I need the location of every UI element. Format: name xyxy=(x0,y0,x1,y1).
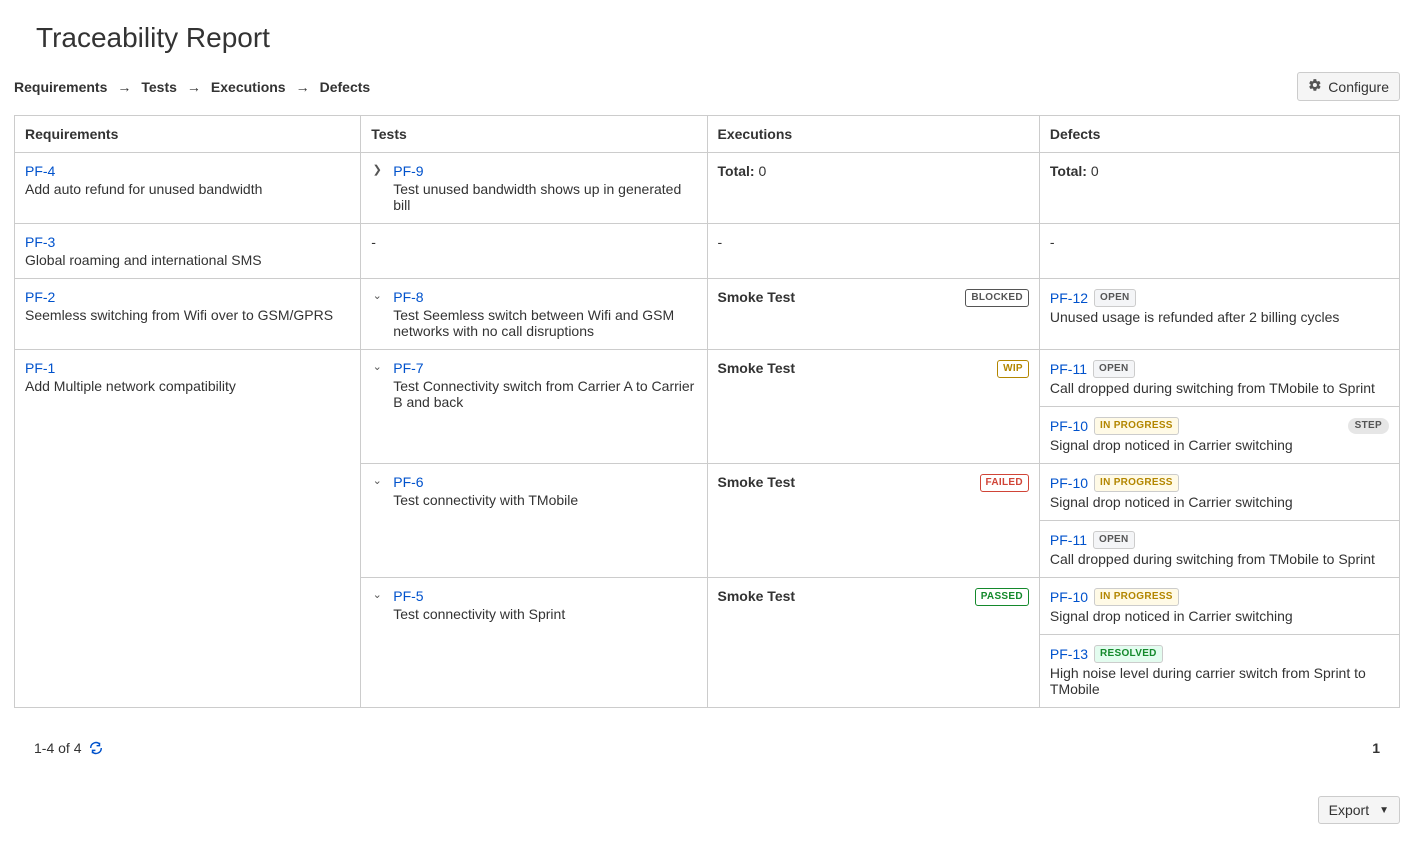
defect-description: Call dropped during switching from TMobi… xyxy=(1050,551,1389,567)
defect-status-badge: RESOLVED xyxy=(1094,645,1163,663)
refresh-icon[interactable] xyxy=(89,741,103,755)
chevron-down-icon[interactable]: ⌄ xyxy=(371,360,383,373)
defect-link[interactable]: PF-10 xyxy=(1050,418,1088,434)
test-link[interactable]: PF-6 xyxy=(393,474,423,490)
empty-cell: - xyxy=(1040,224,1399,260)
test-link[interactable]: PF-7 xyxy=(393,360,423,376)
breadcrumb-item: Tests xyxy=(141,79,177,95)
col-tests: Tests xyxy=(361,116,707,153)
requirement-link[interactable]: PF-4 xyxy=(25,163,55,179)
configure-button[interactable]: Configure xyxy=(1297,72,1400,101)
test-description: Test Seemless switch between Wifi and GS… xyxy=(393,307,696,339)
defect-status-badge: IN PROGRESS xyxy=(1094,474,1179,492)
col-requirements: Requirements xyxy=(15,116,361,153)
defect-link[interactable]: PF-10 xyxy=(1050,475,1088,491)
requirement-description: Add Multiple network compatibility xyxy=(25,378,350,394)
execution-status-badge: PASSED xyxy=(975,588,1029,606)
test-description: Test Connectivity switch from Carrier A … xyxy=(393,378,696,410)
defect-status-badge: OPEN xyxy=(1094,289,1136,307)
chevron-down-icon: ▼ xyxy=(1379,805,1389,816)
defect-status-badge: IN PROGRESS xyxy=(1094,588,1179,606)
table-row: PF-3 Global roaming and international SMS… xyxy=(15,224,1400,279)
export-button[interactable]: Export ▼ xyxy=(1318,796,1400,824)
defect-link[interactable]: PF-13 xyxy=(1050,646,1088,662)
col-defects: Defects xyxy=(1039,116,1399,153)
test-link[interactable]: PF-8 xyxy=(393,289,423,305)
requirement-link[interactable]: PF-2 xyxy=(25,289,55,305)
execution-status-badge: FAILED xyxy=(980,474,1029,492)
pagination-range: 1-4 of 4 xyxy=(34,740,81,756)
traceability-table: Requirements Tests Executions Defects PF… xyxy=(14,115,1400,708)
execution-name: Smoke Test xyxy=(718,588,796,604)
execution-status-badge: BLOCKED xyxy=(965,289,1029,307)
total-value: 0 xyxy=(758,163,766,179)
total-label: Total: xyxy=(1050,163,1087,179)
breadcrumb: Requirements → Tests → Executions → Defects xyxy=(14,79,370,95)
pagination-page[interactable]: 1 xyxy=(1372,740,1380,756)
defect-description: Signal drop noticed in Carrier switching xyxy=(1050,608,1389,624)
requirement-link[interactable]: PF-1 xyxy=(25,360,55,376)
defect-link[interactable]: PF-12 xyxy=(1050,290,1088,306)
requirement-link[interactable]: PF-3 xyxy=(25,234,55,250)
defect-status-badge: OPEN xyxy=(1093,531,1135,549)
test-link[interactable]: PF-5 xyxy=(393,588,423,604)
defect-description: High noise level during carrier switch f… xyxy=(1050,665,1389,697)
chevron-right-icon[interactable]: ❯ xyxy=(371,163,383,176)
breadcrumb-item: Executions xyxy=(211,79,286,95)
defect-link[interactable]: PF-10 xyxy=(1050,589,1088,605)
chevron-down-icon[interactable]: ⌄ xyxy=(371,588,383,601)
total-value: 0 xyxy=(1091,163,1099,179)
test-description: Test connectivity with Sprint xyxy=(393,606,696,622)
requirement-description: Global roaming and international SMS xyxy=(25,252,350,268)
breadcrumb-item: Defects xyxy=(320,79,371,95)
defect-description: Call dropped during switching from TMobi… xyxy=(1050,380,1389,396)
requirement-description: Seemless switching from Wifi over to GSM… xyxy=(25,307,350,323)
empty-cell: - xyxy=(361,224,706,260)
arrow-right-icon: → xyxy=(296,79,310,95)
gear-icon xyxy=(1308,78,1322,95)
chevron-down-icon[interactable]: ⌄ xyxy=(371,474,383,487)
configure-label: Configure xyxy=(1328,79,1389,95)
breadcrumb-item: Requirements xyxy=(14,79,107,95)
defect-status-badge: IN PROGRESS xyxy=(1094,417,1179,435)
step-badge: STEP xyxy=(1348,418,1389,434)
table-row: PF-4 Add auto refund for unused bandwidth… xyxy=(15,153,1400,224)
defect-link[interactable]: PF-11 xyxy=(1050,532,1087,548)
defect-description: Signal drop noticed in Carrier switching xyxy=(1050,494,1389,510)
test-description: Test unused bandwidth shows up in genera… xyxy=(393,181,696,213)
col-executions: Executions xyxy=(707,116,1039,153)
test-description: Test connectivity with TMobile xyxy=(393,492,696,508)
defect-link[interactable]: PF-11 xyxy=(1050,361,1087,377)
empty-cell: - xyxy=(708,224,1039,260)
defect-description: Signal drop noticed in Carrier switching xyxy=(1050,437,1389,453)
defect-status-badge: OPEN xyxy=(1093,360,1135,378)
page-title: Traceability Report xyxy=(36,22,1400,54)
chevron-down-icon[interactable]: ⌄ xyxy=(371,289,383,302)
arrow-right-icon: → xyxy=(117,79,131,95)
defect-description: Unused usage is refunded after 2 billing… xyxy=(1050,309,1389,325)
execution-name: Smoke Test xyxy=(718,289,796,305)
table-row: PF-1 Add Multiple network compatibility ⌄ P… xyxy=(15,350,1400,464)
table-row: PF-2 Seemless switching from Wifi over to… xyxy=(15,279,1400,350)
execution-name: Smoke Test xyxy=(718,474,796,490)
execution-name: Smoke Test xyxy=(718,360,796,376)
arrow-right-icon: → xyxy=(187,79,201,95)
test-link[interactable]: PF-9 xyxy=(393,163,423,179)
total-label: Total: xyxy=(718,163,755,179)
requirement-description: Add auto refund for unused bandwidth xyxy=(25,181,350,197)
execution-status-badge: WIP xyxy=(997,360,1029,378)
export-label: Export xyxy=(1329,802,1369,818)
